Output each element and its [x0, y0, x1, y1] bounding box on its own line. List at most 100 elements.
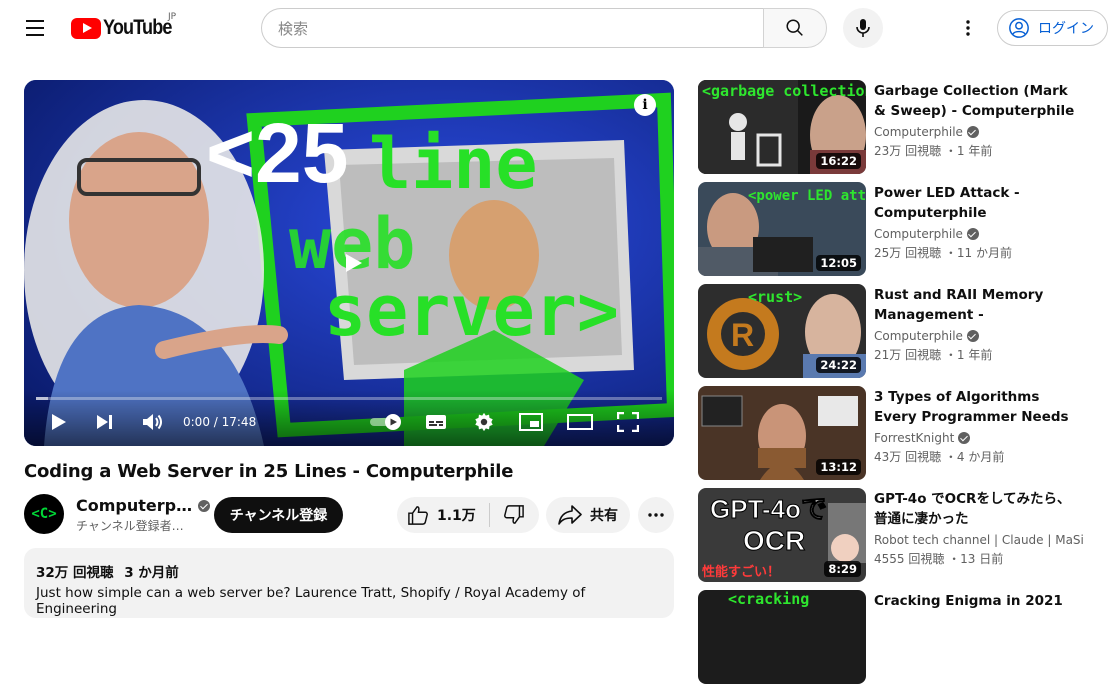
- skip-next-icon: [97, 415, 112, 429]
- video-duration: 24:22: [816, 357, 861, 373]
- related-video-card[interactable]: <power LED attack> 12:05 Power LED Attac…: [698, 182, 1098, 276]
- related-thumbnail[interactable]: GPT-4oで OCR 性能すごい！ 8:29: [698, 488, 866, 582]
- subscriber-count: チャンネル登録者…: [76, 519, 184, 533]
- related-video-card[interactable]: 13:12 3 Types of Algorithms Every Progra…: [698, 386, 1098, 480]
- related-video-card[interactable]: <cracking Cracking Enigma in 2021: [698, 590, 1098, 684]
- miniplayer-icon: [519, 413, 543, 431]
- account-icon: [1009, 18, 1029, 38]
- related-video-card[interactable]: GPT-4oで OCR 性能すごい！ 8:29 GPT-4o でOCRをしてみたら、…: [698, 488, 1098, 582]
- video-player[interactable]: <25 line web server> i 0:00 / 17:48: [24, 80, 674, 446]
- search-input[interactable]: 検索: [261, 8, 763, 48]
- more-actions-button[interactable]: [638, 497, 674, 533]
- related-title[interactable]: Power LED Attack - Computerphile: [874, 183, 1084, 223]
- description-box[interactable]: 32万 回視聴 3 か月前 Just how simple can a web …: [24, 548, 674, 618]
- related-channel-name: Computerphile: [874, 227, 963, 241]
- subtitles-icon: [426, 415, 446, 429]
- cracking-enigma-thumb-image: <cracking: [698, 590, 866, 684]
- related-meta: 43万 回視聴 ・4 か月前: [874, 450, 1005, 464]
- gear-icon: [475, 412, 493, 432]
- miniplayer-button[interactable]: [519, 410, 543, 434]
- related-title[interactable]: Cracking Enigma in 2021: [874, 591, 1084, 611]
- player-controls: 0:00 / 17:48: [24, 390, 674, 446]
- more-horizontal-icon: [648, 513, 664, 517]
- svg-text:R: R: [731, 317, 754, 353]
- channel-name-link[interactable]: Computerp…: [76, 496, 211, 515]
- subscribe-button[interactable]: チャンネル登録: [214, 497, 343, 533]
- large-play-button[interactable]: [326, 240, 382, 286]
- related-thumbnail[interactable]: 13:12: [698, 386, 866, 480]
- share-button[interactable]: 共有: [546, 497, 630, 533]
- subtitles-button[interactable]: [424, 410, 448, 434]
- video-duration: 8:29: [824, 561, 861, 577]
- verified-badge-icon: [966, 126, 979, 138]
- autoplay-toggle[interactable]: [369, 410, 405, 434]
- progress-bar[interactable]: [36, 397, 662, 400]
- related-title[interactable]: GPT-4o でOCRをしてみたら、普通に凄かった: [874, 489, 1084, 529]
- top-bar: YouTube JP 検索 ログイン: [0, 0, 1109, 56]
- svg-text:性能すごい！: 性能すごい！: [702, 564, 780, 580]
- related-thumbnail[interactable]: <power LED attack> 12:05: [698, 182, 866, 276]
- fullscreen-button[interactable]: [616, 410, 640, 434]
- theater-mode-button[interactable]: [567, 410, 593, 434]
- thumb-caption: <power LED attack>: [748, 188, 866, 204]
- video-duration: 13:12: [816, 459, 861, 475]
- youtube-logo[interactable]: YouTube JP: [71, 12, 183, 40]
- svg-text:GPT-4oで: GPT-4oで: [710, 494, 827, 524]
- thumb-line: line: [369, 123, 538, 205]
- related-title[interactable]: Garbage Collection (Mark & Sweep) - Comp…: [874, 81, 1084, 121]
- video-duration: 16:22: [816, 153, 861, 169]
- verified-badge-icon: [966, 228, 979, 240]
- login-button[interactable]: ログイン: [997, 10, 1108, 46]
- thumb-caption: <cracking: [728, 590, 809, 608]
- search-button[interactable]: [763, 8, 827, 48]
- related-thumbnail[interactable]: <cracking: [698, 590, 866, 684]
- verified-badge-icon: [198, 499, 211, 512]
- channel-avatar[interactable]: <C>: [24, 494, 64, 534]
- video-title: Coding a Web Server in 25 Lines - Comput…: [24, 461, 514, 482]
- description-text: Just how simple can a web server be? Lau…: [36, 585, 586, 617]
- youtube-play-logo-icon: [71, 17, 101, 39]
- related-channel-name: Robot tech channel | Claude | MaSiR…: [874, 533, 1084, 547]
- related-channel[interactable]: Robot tech channel | Claude | MaSiR…: [874, 533, 1084, 547]
- like-button[interactable]: 1.1万: [397, 497, 489, 533]
- region-code: JP: [168, 12, 177, 22]
- related-meta: 4555 回視聴 ・13 日前: [874, 552, 1004, 566]
- settings-menu-button[interactable]: [950, 12, 986, 44]
- verified-badge-icon: [966, 330, 979, 342]
- share-icon: [558, 505, 582, 525]
- view-count: 32万 回視聴: [36, 565, 114, 581]
- related-channel-name: Computerphile: [874, 329, 963, 343]
- mute-button[interactable]: [141, 410, 165, 434]
- related-title[interactable]: Rust and RAII Memory Management - Comput…: [874, 285, 1084, 325]
- voice-search-button[interactable]: [843, 8, 883, 48]
- related-meta: 23万 回視聴 ・1 年前: [874, 144, 993, 158]
- autoplay-icon: [370, 414, 401, 430]
- related-thumbnail[interactable]: R <rust> 24:22: [698, 284, 866, 378]
- related-video-card[interactable]: <garbage collection> 16:22 Garbage Colle…: [698, 80, 1098, 174]
- thumb-caption: <garbage collection>: [702, 82, 866, 100]
- verified-badge-icon: [958, 432, 971, 444]
- related-channel[interactable]: Computerphile: [874, 227, 1084, 241]
- thumbs-up-icon: [408, 506, 428, 525]
- logo-text: YouTube: [103, 16, 172, 39]
- related-video-card[interactable]: R <rust> 24:22 Rust and RAII Memory Manag…: [698, 284, 1098, 378]
- settings-button[interactable]: [472, 410, 496, 434]
- login-label: ログイン: [1038, 21, 1094, 37]
- info-icon[interactable]: i: [634, 94, 656, 116]
- microphone-icon: [856, 19, 870, 37]
- play-button[interactable]: [48, 410, 70, 434]
- menu-icon[interactable]: [20, 14, 52, 42]
- related-channel[interactable]: Computerphile: [874, 125, 1084, 139]
- like-dislike-group: 1.1万: [397, 497, 539, 533]
- related-thumbnail[interactable]: <garbage collection> 16:22: [698, 80, 866, 174]
- description-meta: 32万 回視聴 3 か月前: [36, 561, 662, 581]
- dislike-button[interactable]: [490, 497, 538, 533]
- thumbs-down-icon: [504, 505, 524, 524]
- related-channel-name: ForrestKnight: [874, 431, 955, 445]
- related-title[interactable]: 3 Types of Algorithms Every Programmer N…: [874, 387, 1084, 427]
- more-vertical-icon: [966, 20, 970, 36]
- related-channel[interactable]: Computerphile: [874, 329, 1084, 343]
- fullscreen-icon: [617, 412, 639, 432]
- next-button[interactable]: [94, 410, 116, 434]
- related-channel[interactable]: ForrestKnight: [874, 431, 1084, 445]
